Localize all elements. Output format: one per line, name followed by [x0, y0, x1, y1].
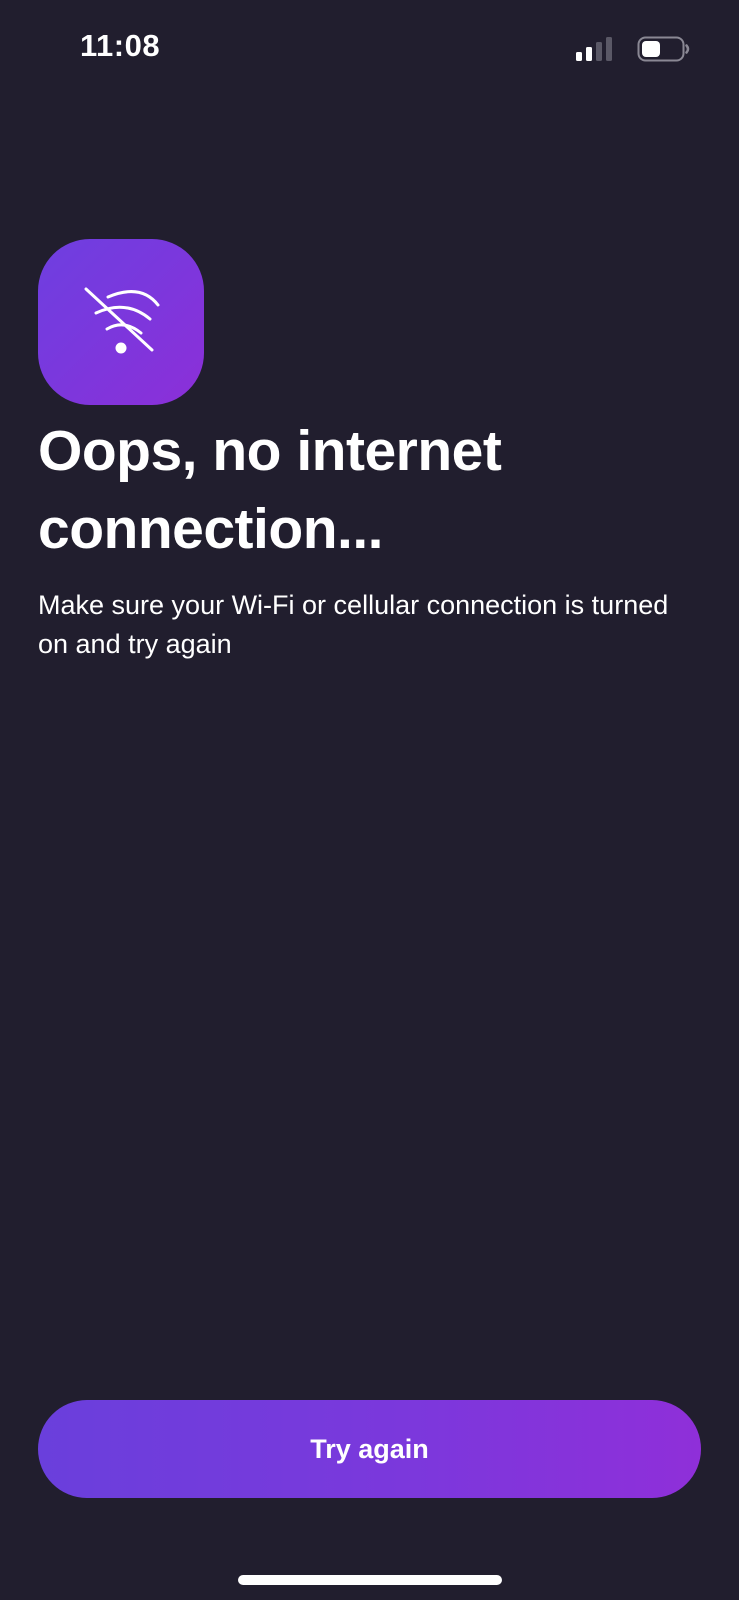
error-title: Oops, no internet connection... [38, 419, 502, 561]
status-bar: 11:08 [0, 0, 739, 100]
error-message: Make sure your Wi-Fi or cellular connect… [38, 590, 669, 659]
home-indicator[interactable] [238, 1575, 502, 1585]
cellular-signal-icon [576, 37, 612, 61]
try-again-button[interactable]: Try again [38, 1400, 701, 1498]
battery-icon [637, 36, 690, 62]
wifi-off-icon [84, 287, 160, 354]
wifi-off-icon-tile [38, 239, 204, 405]
status-time: 11:08 [80, 28, 161, 63]
